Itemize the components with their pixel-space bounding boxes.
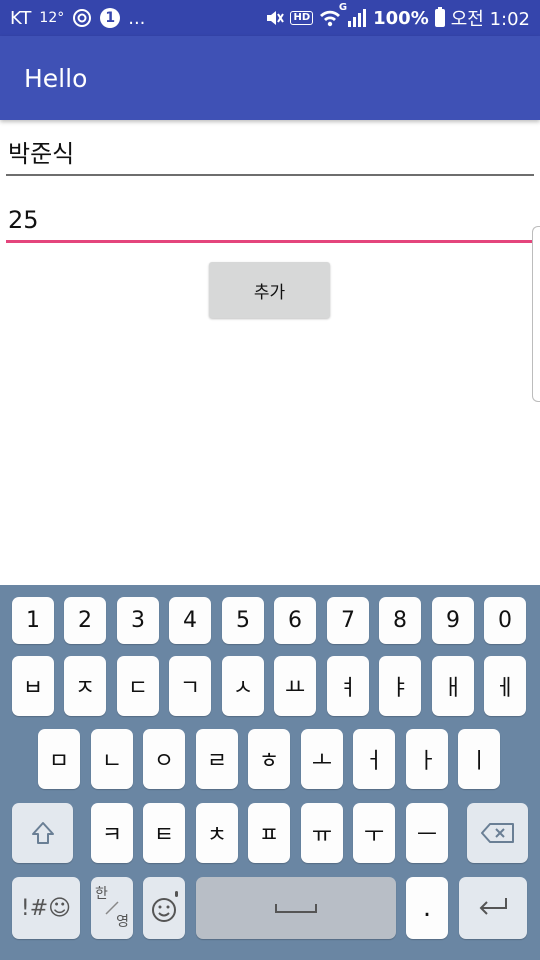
clock: 오전 1:02 <box>450 9 530 30</box>
name-field[interactable]: 박준식 <box>6 134 534 176</box>
key-ae[interactable]: ㅐ <box>432 656 474 716</box>
key-i[interactable]: ㅣ <box>458 729 500 789</box>
key-7[interactable]: 7 <box>327 597 369 644</box>
name-input[interactable]: 박준식 <box>6 134 534 174</box>
target-icon <box>72 8 92 28</box>
app-title: Hello <box>24 63 88 93</box>
key-0[interactable]: 0 <box>484 597 526 644</box>
key-giyeok[interactable]: ㄱ <box>169 656 211 716</box>
key-ya[interactable]: ㅑ <box>379 656 421 716</box>
age-input[interactable]: 25 <box>6 200 534 240</box>
add-button[interactable]: 추가 <box>209 262 330 318</box>
age-field[interactable]: 25 <box>6 200 534 243</box>
temperature-label: 12° <box>39 10 65 26</box>
key-hieut[interactable]: ㅎ <box>248 729 290 789</box>
backspace-icon <box>480 823 514 843</box>
eng-label: 영 <box>116 914 129 930</box>
key-jieut[interactable]: ㅈ <box>64 656 106 716</box>
key-ieung[interactable]: ㅇ <box>143 729 185 789</box>
key-9[interactable]: 9 <box>432 597 474 644</box>
emoji-voice-key[interactable] <box>143 877 185 939</box>
enter-icon <box>479 898 507 915</box>
mute-icon <box>264 8 285 28</box>
app-bar: Hello <box>0 36 540 120</box>
edge-panel-handle[interactable] <box>532 226 540 402</box>
backspace-key[interactable] <box>467 803 528 863</box>
age-underline <box>6 240 534 243</box>
key-o[interactable]: ㅗ <box>301 729 343 789</box>
key-kieuk[interactable]: ㅋ <box>91 803 133 863</box>
key-yo[interactable]: ㅛ <box>274 656 316 716</box>
network-type-label: G <box>338 2 348 13</box>
key-digeut[interactable]: ㄷ <box>117 656 159 716</box>
key-eu[interactable]: ㅡ <box>406 803 448 863</box>
key-bieup[interactable]: ㅂ <box>12 656 54 716</box>
key-5[interactable]: 5 <box>222 597 264 644</box>
key-6[interactable]: 6 <box>274 597 316 644</box>
key-nieun[interactable]: ㄴ <box>91 729 133 789</box>
key-tieut[interactable]: ㅌ <box>143 803 185 863</box>
hd-voice-badge: HD <box>290 11 314 25</box>
wifi-icon: G <box>319 2 347 28</box>
space-icon <box>275 904 317 913</box>
key-u[interactable]: ㅜ <box>353 803 395 863</box>
key-1[interactable]: 1 <box>12 597 54 644</box>
key-chieut[interactable]: ㅊ <box>196 803 238 863</box>
key-a[interactable]: ㅏ <box>406 729 448 789</box>
key-mieum[interactable]: ㅁ <box>38 729 80 789</box>
name-underline <box>6 174 534 176</box>
symbols-key[interactable]: !#☺ <box>12 877 80 939</box>
key-yu[interactable]: ㅠ <box>301 803 343 863</box>
key-4[interactable]: 4 <box>169 597 211 644</box>
key-3[interactable]: 3 <box>117 597 159 644</box>
shift-key[interactable] <box>12 803 73 863</box>
battery-percent: 100% <box>373 7 429 29</box>
status-left: KT 12° 1 ... <box>10 8 145 29</box>
signal-icon <box>347 9 367 27</box>
han-label: 한 <box>95 886 108 902</box>
status-bar: KT 12° 1 ... HD G 100% 오전 1:02 <box>0 0 540 36</box>
key-2[interactable]: 2 <box>64 597 106 644</box>
key-8[interactable]: 8 <box>379 597 421 644</box>
shift-icon <box>31 822 54 844</box>
key-e[interactable]: ㅔ <box>484 656 526 716</box>
keyboard: 1 2 3 4 5 6 7 8 9 0 ㅂ ㅈ ㄷ ㄱ ㅅ ㅛ ㅕ ㅑ ㅐ ㅔ … <box>0 585 540 960</box>
emoji-icon <box>152 891 178 922</box>
notification-badge: 1 <box>100 8 121 28</box>
language-switch-key[interactable]: 한 영 <box>91 877 133 939</box>
space-key[interactable] <box>196 877 396 939</box>
key-pieup[interactable]: ㅍ <box>248 803 290 863</box>
enter-key[interactable] <box>459 877 527 939</box>
key-rieul[interactable]: ㄹ <box>196 729 238 789</box>
divider-slash-icon <box>105 901 119 915</box>
status-right: HD G 100% 오전 1:02 <box>264 2 530 31</box>
key-eo[interactable]: ㅓ <box>353 729 395 789</box>
battery-icon <box>434 7 445 27</box>
more-notifications: ... <box>128 7 146 29</box>
period-key[interactable]: . <box>406 877 448 939</box>
key-yeo[interactable]: ㅕ <box>327 656 369 716</box>
key-siot[interactable]: ㅅ <box>222 656 264 716</box>
carrier-label: KT <box>10 7 32 29</box>
